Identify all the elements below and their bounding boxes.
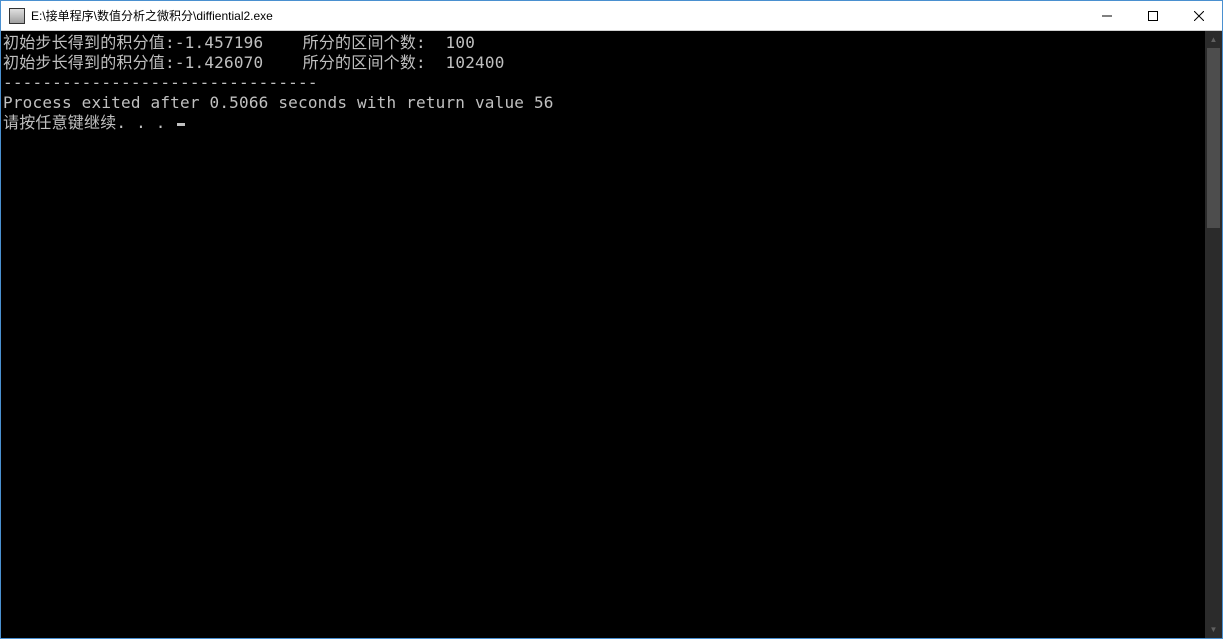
output-line: 初始步长得到的积分值:-1.426070 所分的区间个数: 102400 (3, 53, 1205, 73)
maximize-button[interactable] (1130, 1, 1176, 30)
titlebar[interactable]: E:\接单程序\数值分析之微积分\diffiential2.exe (1, 1, 1222, 31)
output-line: Process exited after 0.5066 seconds with… (3, 93, 1205, 113)
window-title: E:\接单程序\数值分析之微积分\diffiential2.exe (31, 7, 1084, 24)
console-area: 初始步长得到的积分值:-1.457196 所分的区间个数: 100初始步长得到的… (1, 31, 1222, 638)
output-line: -------------------------------- (3, 73, 1205, 93)
scroll-up-icon[interactable]: ▲ (1205, 31, 1222, 48)
scroll-down-icon[interactable]: ▼ (1205, 621, 1222, 638)
maximize-icon (1148, 11, 1158, 21)
app-icon (9, 8, 25, 24)
app-window: E:\接单程序\数值分析之微积分\diffiential2.exe 初始步长得到… (0, 0, 1223, 639)
window-controls (1084, 1, 1222, 30)
minimize-button[interactable] (1084, 1, 1130, 30)
scroll-thumb[interactable] (1207, 48, 1220, 228)
vertical-scrollbar[interactable]: ▲ ▼ (1205, 31, 1222, 638)
cursor-icon (177, 123, 185, 126)
minimize-icon (1102, 11, 1112, 21)
prompt-text: 请按任意键继续. . . (3, 113, 175, 132)
console-output[interactable]: 初始步长得到的积分值:-1.457196 所分的区间个数: 100初始步长得到的… (1, 31, 1205, 638)
close-button[interactable] (1176, 1, 1222, 30)
prompt-line: 请按任意键继续. . . (3, 113, 185, 132)
output-line: 初始步长得到的积分值:-1.457196 所分的区间个数: 100 (3, 33, 1205, 53)
close-icon (1194, 11, 1204, 21)
